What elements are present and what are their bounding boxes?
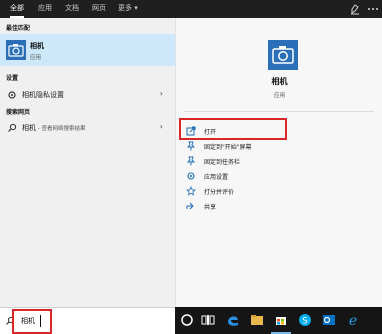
annotation-highlight-search bbox=[12, 309, 52, 334]
best-match-name: 相机 bbox=[30, 42, 44, 50]
star-icon bbox=[186, 186, 196, 196]
chevron-right-icon[interactable]: › bbox=[160, 122, 163, 131]
gear-icon bbox=[187, 172, 195, 180]
file-explorer-icon[interactable] bbox=[249, 312, 265, 328]
task-view-icon[interactable] bbox=[200, 312, 216, 328]
svg-text:e: e bbox=[349, 313, 357, 328]
search-filter-bar: 全部 应用 文档 网页 更多 ▾ bbox=[0, 0, 382, 18]
tab-apps[interactable]: 应用 bbox=[38, 0, 52, 18]
best-match-item[interactable]: 相机 应用 bbox=[0, 34, 175, 66]
web-search-heading: 搜索网页 bbox=[6, 109, 31, 116]
app-type: 应用 bbox=[273, 93, 285, 99]
details-pane: 相机 应用 打开 固定到"开始"屏幕 固定到任务栏 应用设置 打分并评价 共享 bbox=[175, 18, 382, 307]
tab-all[interactable]: 全部 bbox=[10, 0, 24, 18]
action-rate-review-label: 打分并评价 bbox=[204, 189, 235, 196]
feedback-icon[interactable] bbox=[348, 2, 362, 16]
settings-heading: 设置 bbox=[6, 75, 19, 82]
camera-icon bbox=[268, 40, 298, 70]
share-icon bbox=[186, 202, 194, 210]
action-pin-start[interactable]: 固定到"开始"屏幕 bbox=[176, 139, 382, 153]
edge-browser-icon[interactable] bbox=[225, 312, 241, 328]
store-icon[interactable] bbox=[273, 312, 289, 328]
action-share-label: 共享 bbox=[204, 204, 217, 211]
pin-start-icon bbox=[186, 141, 196, 151]
settings-item-camera-privacy[interactable]: 相机隐私设置 › bbox=[0, 88, 175, 102]
action-rate-review[interactable]: 打分并评价 bbox=[176, 184, 382, 198]
divider bbox=[184, 111, 374, 112]
chevron-right-icon[interactable]: › bbox=[160, 89, 163, 98]
web-search-item[interactable]: 相机 - 查看网络搜索结果 › bbox=[0, 121, 175, 135]
web-search-label: 相机 - 查看网络搜索结果 bbox=[22, 124, 86, 132]
app-title: 相机 bbox=[271, 77, 288, 86]
best-match-type: 应用 bbox=[30, 55, 42, 61]
cortana-icon[interactable] bbox=[179, 312, 195, 328]
skype-icon[interactable]: S bbox=[297, 312, 313, 328]
best-match-heading: 最佳匹配 bbox=[6, 25, 31, 32]
tab-more[interactable]: 更多 ▾ bbox=[118, 0, 138, 18]
tab-documents[interactable]: 文档 bbox=[65, 0, 79, 18]
pin-taskbar-icon bbox=[186, 156, 196, 166]
action-pin-start-label: 固定到"开始"屏幕 bbox=[204, 144, 252, 151]
annotation-highlight-open bbox=[179, 118, 287, 140]
outlook-icon[interactable] bbox=[321, 312, 337, 328]
internet-explorer-icon[interactable]: e bbox=[345, 312, 361, 328]
camera-icon bbox=[6, 40, 26, 60]
search-icon bbox=[8, 123, 17, 132]
action-pin-taskbar-label: 固定到任务栏 bbox=[204, 159, 241, 166]
settings-item-label: 相机隐私设置 bbox=[22, 91, 64, 99]
tab-web[interactable]: 网页 bbox=[92, 0, 106, 18]
action-app-settings-label: 应用设置 bbox=[204, 174, 229, 181]
taskbar: S e bbox=[175, 307, 382, 334]
svg-text:S: S bbox=[302, 317, 308, 327]
gear-icon bbox=[8, 91, 16, 99]
action-pin-taskbar[interactable]: 固定到任务栏 bbox=[176, 154, 382, 168]
action-share[interactable]: 共享 bbox=[176, 199, 382, 213]
more-options-icon[interactable] bbox=[366, 2, 380, 16]
action-app-settings[interactable]: 应用设置 bbox=[176, 169, 382, 183]
results-pane: 最佳匹配 相机 应用 设置 相机隐私设置 › 搜索网页 相机 - 查看网络搜索结… bbox=[0, 18, 175, 307]
